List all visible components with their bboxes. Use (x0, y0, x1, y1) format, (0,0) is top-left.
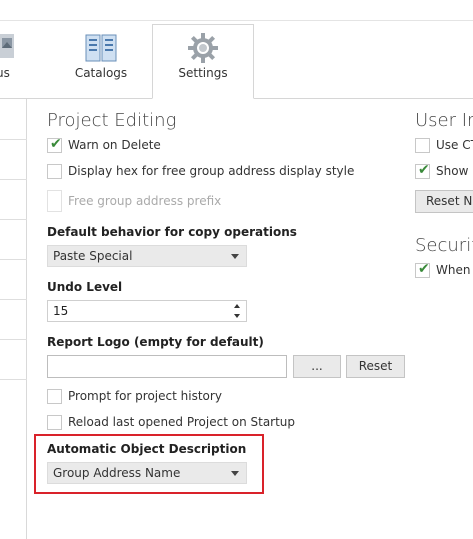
nav-separator (0, 139, 27, 140)
security-title: Security (415, 235, 473, 256)
checkbox-box[interactable]: ✔ (415, 262, 430, 278)
undo-level-stepper[interactable]: 15 (47, 300, 247, 322)
arrow-down-icon[interactable] (234, 314, 240, 318)
checkbox-box[interactable]: ✔ (47, 136, 62, 153)
display-hex-checkbox[interactable]: Display hex for free group address displ… (47, 163, 367, 181)
checkmark-icon: ✔ (418, 163, 430, 178)
report-logo-label: Report Logo (empty for default) (47, 335, 264, 349)
browse-button[interactable]: ... (293, 355, 341, 378)
undo-level-label: Undo Level (47, 280, 123, 294)
use-ctrl-label: Use CT (436, 138, 473, 152)
nav-separator (0, 259, 27, 260)
undo-level-value: 15 (53, 304, 69, 318)
use-ctrl-checkbox[interactable]: Use CT (415, 137, 473, 155)
tab-settings[interactable]: Settings (152, 24, 254, 99)
checkbox-box[interactable] (47, 389, 62, 404)
warn-on-delete-checkbox[interactable]: ✔ Warn on Delete (47, 136, 247, 155)
chevron-down-icon (231, 254, 239, 259)
nav-separator (0, 379, 27, 380)
left-navigation-pane (0, 99, 27, 539)
tab-settings-label: Settings (178, 66, 228, 80)
arrow-up-icon[interactable] (234, 304, 240, 308)
checkbox-box[interactable] (47, 164, 62, 179)
checkbox-box[interactable] (47, 190, 62, 212)
user-interface-title: User Int (415, 110, 473, 131)
tab-catalogs[interactable]: Catalogs (60, 24, 142, 90)
checkmark-icon: ✔ (418, 262, 430, 277)
security-when-checkbox[interactable]: ✔ When a (415, 262, 473, 280)
catalog-book-icon (85, 34, 117, 62)
checkbox-box[interactable] (415, 138, 430, 153)
reload-last-project-label: Reload last opened Project on Startup (68, 415, 296, 429)
project-editing-title: Project Editing (47, 110, 177, 131)
report-logo-input[interactable] (47, 355, 287, 378)
show-label: Show ' (436, 164, 473, 178)
reload-last-project-checkbox[interactable]: Reload last opened Project on Startup (47, 414, 295, 432)
nav-separator (0, 299, 27, 300)
tab-partial[interactable]: us (0, 24, 20, 90)
nav-separator (0, 219, 27, 220)
reset-logo-button[interactable]: Reset (346, 355, 405, 378)
copy-behavior-dropdown[interactable]: Paste Special (47, 245, 247, 267)
nav-separator (0, 339, 27, 340)
nav-separator (0, 179, 27, 180)
show-checkbox[interactable]: ✔ Show ' (415, 163, 473, 181)
copy-behavior-value: Paste Special (53, 249, 133, 263)
partial-icon (0, 34, 14, 58)
warn-on-delete-label: Warn on Delete (68, 138, 161, 152)
prompt-history-checkbox[interactable]: Prompt for project history (47, 388, 247, 406)
reset-notifications-button[interactable]: Reset No (415, 190, 473, 213)
checkbox-box[interactable] (47, 415, 62, 430)
free-group-prefix-checkbox[interactable]: Free group address prefix (47, 190, 247, 212)
prompt-history-label: Prompt for project history (68, 389, 222, 403)
checkmark-icon: ✔ (50, 136, 62, 152)
auto-object-desc-dropdown[interactable]: Group Address Name (47, 462, 247, 484)
tab-partial-label: us (0, 66, 10, 80)
gear-icon (188, 33, 218, 63)
auto-object-desc-value: Group Address Name (53, 466, 181, 480)
tab-catalogs-label: Catalogs (74, 66, 128, 80)
chevron-down-icon (231, 471, 239, 476)
ribbon: us Catalogs (0, 0, 473, 99)
security-when-label: When a (436, 263, 473, 277)
auto-object-desc-label: Automatic Object Description (47, 442, 247, 456)
free-group-prefix-label: Free group address prefix (68, 194, 222, 208)
ribbon-top-border (0, 20, 473, 21)
copy-behavior-label: Default behavior for copy operations (47, 225, 297, 239)
checkbox-box[interactable]: ✔ (415, 163, 430, 179)
display-hex-label: Display hex for free group address displ… (68, 164, 355, 178)
